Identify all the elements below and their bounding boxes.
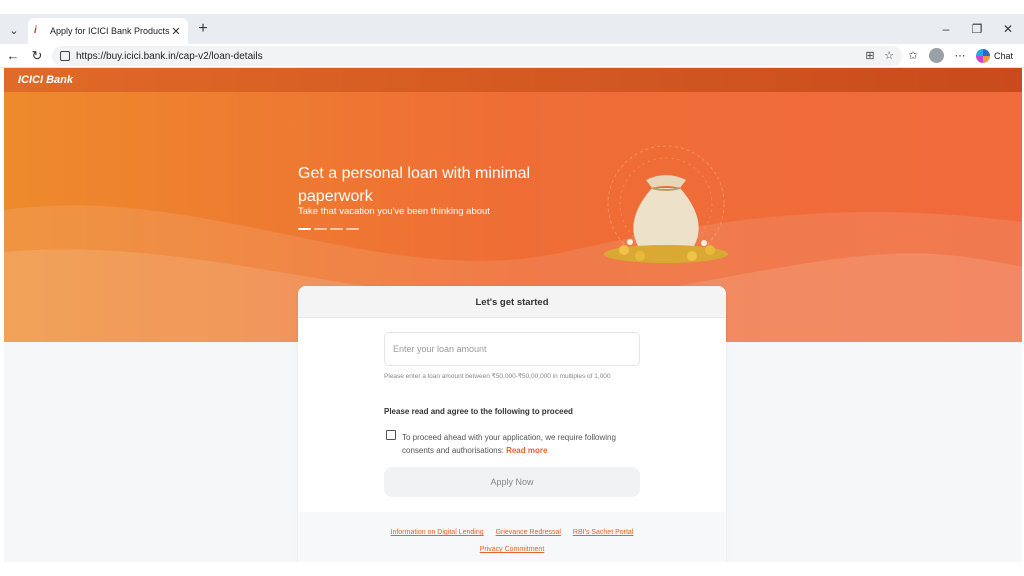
grievance-redressal-link[interactable]: Grievance Redressal xyxy=(496,529,561,536)
close-window-icon[interactable]: ✕ xyxy=(993,20,1023,38)
browser-tab[interactable]: i Apply for ICICI Bank Products and ✕ xyxy=(28,18,188,44)
carousel-dot[interactable] xyxy=(346,228,359,230)
carousel-dot[interactable] xyxy=(298,228,311,230)
more-options-icon[interactable]: ⋯ xyxy=(952,48,968,64)
apply-now-button[interactable]: Apply Now xyxy=(384,467,640,497)
address-bar[interactable]: https://buy.icici.bank.in/cap-v2/loan-de… xyxy=(52,46,902,66)
close-tab-icon[interactable]: ✕ xyxy=(170,25,182,38)
url-text: https://buy.icici.bank.in/cap-v2/loan-de… xyxy=(76,50,263,62)
carousel-dot[interactable] xyxy=(330,228,343,230)
favorites-icon[interactable]: ✩ xyxy=(905,48,921,64)
money-bag-illustration xyxy=(604,145,728,263)
site-info-icon[interactable] xyxy=(60,51,70,61)
profile-avatar[interactable] xyxy=(929,48,944,63)
favorite-star-icon[interactable]: ☆ xyxy=(881,48,897,64)
copilot-chat-button[interactable]: Chat xyxy=(976,47,1013,65)
consent-checkbox[interactable] xyxy=(386,430,396,440)
copilot-icon xyxy=(976,49,990,63)
carousel-indicators xyxy=(298,228,359,230)
card-heading: Let's get started xyxy=(298,286,726,318)
refresh-icon[interactable]: ↻ xyxy=(28,47,46,65)
loan-application-card: Let's get started Please enter a loan am… xyxy=(298,286,726,562)
read-more-link[interactable]: Read more xyxy=(506,446,547,455)
restore-icon[interactable]: ❐ xyxy=(962,20,992,38)
agree-title: Please read and agree to the following t… xyxy=(384,407,573,416)
bank-header: ICICI Bank xyxy=(4,68,1022,92)
tab-actions-menu-icon[interactable]: ⌄ xyxy=(4,20,24,40)
consent-text: To proceed ahead with your application, … xyxy=(402,431,622,457)
app-available-icon[interactable]: ⊞ xyxy=(862,48,878,64)
browser-titlebar: ⌄ i Apply for ICICI Bank Products and ✕ … xyxy=(0,14,1024,44)
minimize-icon[interactable]: – xyxy=(931,20,961,38)
hero-title: Get a personal loan with minimal paperwo… xyxy=(298,165,531,205)
icici-favicon-icon: i xyxy=(34,25,37,36)
web-page: ICICI Bank Get a personal loan with mini… xyxy=(4,68,1022,562)
new-tab-icon[interactable]: + xyxy=(194,20,212,38)
hero-subtitle: Take that vacation you've been thinking … xyxy=(298,206,490,217)
icici-logo[interactable]: ICICI Bank xyxy=(18,74,73,86)
browser-toolbar: ← ↻ https://buy.icici.bank.in/cap-v2/loa… xyxy=(0,44,1024,68)
digital-lending-link[interactable]: Information on Digital Lending xyxy=(391,529,484,536)
loan-amount-hint: Please enter a loan amount between ₹50,0… xyxy=(384,373,611,380)
loan-amount-input[interactable] xyxy=(384,332,640,366)
rbi-sachet-link[interactable]: RBI's Sachet Portal xyxy=(573,529,633,536)
tab-title: Apply for ICICI Bank Products and xyxy=(50,26,170,36)
carousel-dot[interactable] xyxy=(314,228,327,230)
card-footer: Information on Digital Lending Grievance… xyxy=(298,512,726,562)
back-icon[interactable]: ← xyxy=(4,47,22,65)
privacy-commitment-link[interactable]: Privacy Commitment xyxy=(480,546,545,553)
chat-label: Chat xyxy=(994,51,1014,61)
